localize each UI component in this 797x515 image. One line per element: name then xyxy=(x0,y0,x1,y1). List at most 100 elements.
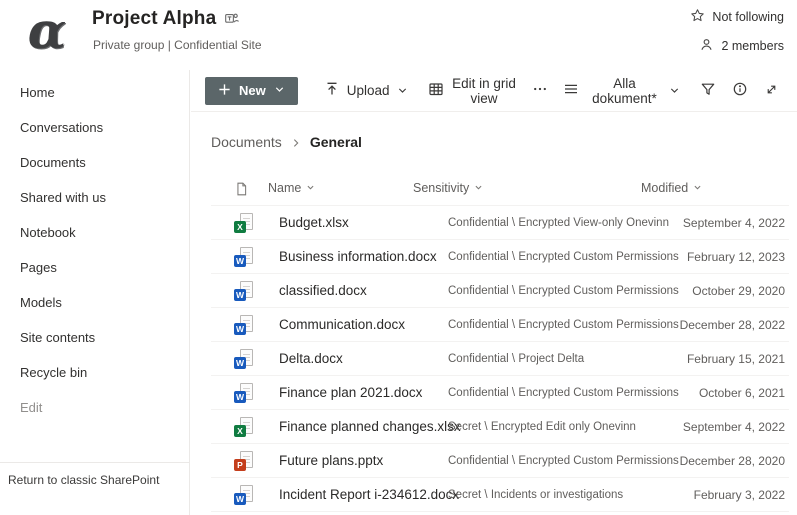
file-type-badge: W xyxy=(234,391,246,403)
table-row[interactable]: W Finance plan 2021.docx Confidential \ … xyxy=(211,376,789,410)
chevron-down-icon xyxy=(669,84,680,99)
excel-file-icon: X xyxy=(234,417,253,437)
new-button[interactable]: New xyxy=(205,77,298,105)
table-body: X Budget.xlsx Confidential \ Encrypted V… xyxy=(211,206,789,512)
upload-button[interactable]: Upload xyxy=(314,75,418,107)
info-button[interactable] xyxy=(725,75,755,107)
chevron-down-icon xyxy=(474,181,483,195)
sidebar-item-site-contents[interactable]: Site contents xyxy=(0,320,189,355)
view-selector-button[interactable]: Alla dokument* xyxy=(553,75,690,107)
view-list-icon xyxy=(563,81,579,100)
file-sensitivity: Secret \ Incidents or investigations xyxy=(448,489,623,501)
classic-sharepoint-link[interactable]: Return to classic SharePoint xyxy=(0,462,189,515)
chevron-right-icon xyxy=(291,135,301,151)
upload-button-label: Upload xyxy=(347,83,390,98)
file-name[interactable]: Communication.docx xyxy=(279,317,405,332)
chevron-down-icon xyxy=(397,84,408,99)
table-header: Name Sensitivity Modified xyxy=(211,176,789,206)
file-sensitivity: Confidential \ Encrypted Custom Permissi… xyxy=(448,387,679,399)
file-modified: February 12, 2023 xyxy=(687,250,785,264)
expand-icon xyxy=(764,82,779,100)
chevron-down-icon xyxy=(306,181,315,195)
sidebar-item-notebook[interactable]: Notebook xyxy=(0,215,189,250)
file-modified: September 4, 2022 xyxy=(683,216,785,230)
file-sensitivity: Confidential \ Encrypted Custom Permissi… xyxy=(448,251,679,263)
edit-grid-view-label: Edit in grid view xyxy=(451,76,518,106)
members-button[interactable]: 2 members xyxy=(690,36,784,56)
file-name[interactable]: Budget.xlsx xyxy=(279,215,349,230)
table-row[interactable]: W Delta.docx Confidential \ Project Delt… xyxy=(211,342,789,376)
sharepoint-site: α Project Alpha Private group | Confiden… xyxy=(0,0,797,515)
expand-button[interactable] xyxy=(757,75,787,107)
more-icon xyxy=(532,81,548,100)
chevron-down-icon xyxy=(693,181,702,195)
column-header-name[interactable]: Name xyxy=(268,181,315,195)
follow-button[interactable]: Not following xyxy=(690,7,784,27)
file-name[interactable]: classified.docx xyxy=(279,283,367,298)
file-name[interactable]: Finance plan 2021.docx xyxy=(279,385,422,400)
follow-label: Not following xyxy=(712,10,784,24)
documents-table: Name Sensitivity Modified xyxy=(211,176,789,512)
more-button[interactable] xyxy=(527,75,553,107)
breadcrumb: Documents General xyxy=(211,132,797,152)
word-file-icon: W xyxy=(234,383,253,403)
file-type-badge: W xyxy=(234,357,246,369)
file-sensitivity: Confidential \ Encrypted Custom Permissi… xyxy=(448,455,679,467)
word-file-icon: W xyxy=(234,315,253,335)
filter-button[interactable] xyxy=(692,75,722,107)
new-button-label: New xyxy=(239,83,266,98)
sidebar-item-shared-with-us[interactable]: Shared with us xyxy=(0,180,189,215)
file-modified: December 28, 2022 xyxy=(680,318,785,332)
person-icon xyxy=(699,37,714,55)
table-row[interactable]: W Incident Report i-234612.docx Secret \… xyxy=(211,478,789,512)
file-type-badge: W xyxy=(234,493,246,505)
file-sensitivity: Confidential \ Encrypted Custom Permissi… xyxy=(448,285,679,297)
file-type-badge: W xyxy=(234,289,246,301)
site-subtitle: Private group | Confidential Site xyxy=(93,38,262,52)
sidebar-item-conversations[interactable]: Conversations xyxy=(0,110,189,145)
sidebar-item-edit[interactable]: Edit xyxy=(0,390,189,425)
sidebar-item-models[interactable]: Models xyxy=(0,285,189,320)
upload-icon xyxy=(324,81,340,100)
teams-icon xyxy=(224,10,239,30)
file-name[interactable]: Incident Report i-234612.docx xyxy=(279,487,459,502)
sidebar-item-pages[interactable]: Pages xyxy=(0,250,189,285)
sidebar-item-home[interactable]: Home xyxy=(0,75,189,110)
file-name[interactable]: Business information.docx xyxy=(279,249,437,264)
column-header-sensitivity[interactable]: Sensitivity xyxy=(413,181,483,195)
sidebar: HomeConversationsDocumentsShared with us… xyxy=(0,70,190,515)
table-row[interactable]: W Business information.docx Confidential… xyxy=(211,240,789,274)
file-modified: February 15, 2021 xyxy=(687,352,785,366)
table-row[interactable]: W classified.docx Confidential \ Encrypt… xyxy=(211,274,789,308)
sidebar-item-documents[interactable]: Documents xyxy=(0,145,189,180)
site-logo[interactable]: α xyxy=(18,0,76,62)
file-name[interactable]: Finance planned changes.xlsx xyxy=(279,419,461,434)
file-name[interactable]: Delta.docx xyxy=(279,351,343,366)
file-type-badge: P xyxy=(234,459,246,471)
breadcrumb-documents[interactable]: Documents xyxy=(211,134,282,150)
chevron-down-icon xyxy=(274,83,285,98)
file-modified: October 6, 2021 xyxy=(699,386,785,400)
edit-grid-view-button[interactable]: Edit in grid view xyxy=(418,75,528,107)
file-type-column-header[interactable] xyxy=(234,181,249,200)
file-sensitivity: Confidential \ Encrypted Custom Permissi… xyxy=(448,319,679,331)
breadcrumb-current: General xyxy=(310,134,362,150)
file-type-badge: W xyxy=(234,323,246,335)
file-modified: February 3, 2022 xyxy=(694,488,785,502)
word-file-icon: W xyxy=(234,349,253,369)
column-header-modified[interactable]: Modified xyxy=(641,181,702,195)
file-modified: September 4, 2022 xyxy=(683,420,785,434)
members-label: 2 members xyxy=(721,39,784,53)
table-row[interactable]: P Future plans.pptx Confidential \ Encry… xyxy=(211,444,789,478)
page-icon xyxy=(234,181,249,200)
site-header: α Project Alpha Private group | Confiden… xyxy=(0,0,797,70)
file-name[interactable]: Future plans.pptx xyxy=(279,453,383,468)
plus-icon xyxy=(218,83,231,99)
sidebar-item-recycle-bin[interactable]: Recycle bin xyxy=(0,355,189,390)
table-row[interactable]: X Budget.xlsx Confidential \ Encrypted V… xyxy=(211,206,789,240)
sidebar-nav-list: HomeConversationsDocumentsShared with us… xyxy=(0,70,189,425)
file-modified: October 29, 2020 xyxy=(692,284,785,298)
table-row[interactable]: X Finance planned changes.xlsx Secret \ … xyxy=(211,410,789,444)
table-row[interactable]: W Communication.docx Confidential \ Encr… xyxy=(211,308,789,342)
site-title[interactable]: Project Alpha xyxy=(92,8,216,30)
